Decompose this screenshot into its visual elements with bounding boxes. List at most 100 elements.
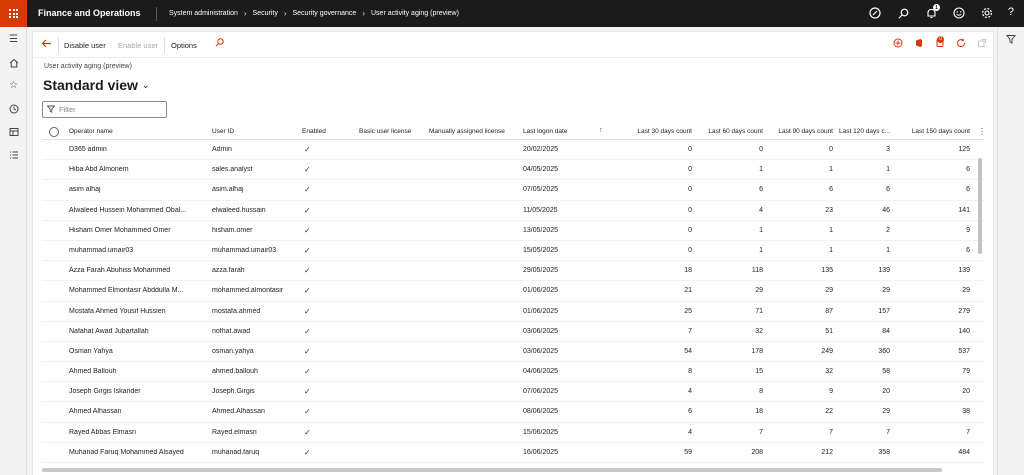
cell-last-150-days: 139 — [958, 267, 970, 275]
notifications-icon[interactable]: 1 — [924, 4, 940, 20]
office-icon[interactable] — [913, 38, 924, 50]
filter-box[interactable] — [42, 101, 167, 118]
copilot-icon[interactable] — [868, 6, 882, 20]
notification-count-badge: 1 — [933, 4, 940, 11]
search-icon[interactable] — [215, 38, 224, 49]
table-row[interactable]: asim alhaj asim.alhaj ✓ 07/05/2025 0 6 6 6 6 — [42, 180, 984, 201]
divider — [156, 7, 157, 21]
enable-user-button[interactable]: Enable user — [118, 41, 158, 50]
feedback-smiley-icon[interactable] — [952, 6, 966, 20]
cell-last-150-days: 6 — [966, 166, 970, 174]
horizontal-scrollbar[interactable] — [42, 468, 972, 473]
table-row[interactable]: Ahmed Alhassan Ahmed.Alhassan ✓ 08/06/2025 6… — [42, 402, 984, 423]
cell-last-logon-date: 01/06/2025 — [523, 287, 559, 295]
cell-last-60-days: 4 — [759, 206, 763, 214]
enabled-check-icon: ✓ — [304, 326, 311, 336]
breadcrumb-security[interactable]: Security — [253, 10, 278, 17]
table-row[interactable]: Joseph Girgis Iskander Joseph.Girgis ✓ 07/0… — [42, 382, 984, 403]
column-header-operator-name[interactable]: Operator name — [69, 128, 189, 135]
table-row[interactable]: Alwaleed Hussein Mohammed Obal... elwalee… — [42, 201, 984, 221]
cell-last-30-days: 0 — [688, 186, 692, 194]
cell-last-90-days: 22 — [825, 408, 833, 416]
more-columns-icon[interactable]: ⋮ — [978, 127, 986, 136]
vertical-scrollbar[interactable] — [978, 142, 982, 472]
table-row[interactable]: Ahmed Ballouh ahmed.ballouh ✓ 04/06/2025 8 15… — [42, 362, 984, 383]
horizontal-scroll-thumb[interactable] — [42, 468, 942, 472]
cell-last-90-days: 1 — [829, 226, 833, 234]
cell-user-id: nofhat.awad — [212, 327, 251, 335]
cell-last-120-days: 20 — [882, 388, 890, 396]
cell-last-30-days: 4 — [688, 428, 692, 436]
column-header-last-60-days[interactable]: Last 60 days count — [692, 128, 763, 135]
app-launcher-icon[interactable] — [0, 0, 27, 27]
table-row[interactable]: Hiba Abd Almonem sales.analyst ✓ 04/05/2025… — [42, 160, 984, 181]
column-header-last-logon-date[interactable]: Last logon date — [523, 128, 593, 135]
enabled-check-icon: ✓ — [304, 225, 311, 235]
table-row[interactable]: Hisham Omer Mohammed Omer hisham.omer ✓ 13/… — [42, 221, 984, 241]
cell-last-150-days: 6 — [966, 246, 970, 254]
home-icon[interactable] — [7, 56, 20, 69]
refresh-icon[interactable] — [955, 38, 966, 50]
table-row[interactable]: Mohammed Elmontasir Abddulla M... mohamme… — [42, 281, 984, 302]
modules-list-icon[interactable] — [7, 148, 20, 161]
cell-last-150-days: 484 — [958, 448, 970, 456]
cell-operator-name: Azza Farah Abuhiss Mohammed — [69, 267, 171, 275]
column-header-last-120-days[interactable]: Last 120 days c... — [833, 128, 890, 135]
cell-last-120-days: 360 — [878, 347, 890, 355]
table-row[interactable]: Azza Farah Abuhiss Mohammed azza.farah ✓ 29… — [42, 261, 984, 282]
cell-operator-name: asim alhaj — [69, 186, 101, 194]
cell-last-logon-date: 15/05/2025 — [523, 246, 559, 254]
vertical-scroll-thumb[interactable] — [978, 158, 982, 254]
favorites-star-icon[interactable]: ☆ — [7, 79, 20, 92]
select-all-radio[interactable] — [49, 127, 59, 137]
cell-last-120-days: 157 — [878, 307, 890, 315]
recent-clock-icon[interactable] — [7, 102, 20, 115]
table-row[interactable]: Rayed Abbas Elmasri Rayed.elmasri ✓ 15/06/2… — [42, 423, 984, 443]
chevron-right-icon: › — [362, 9, 365, 18]
view-selector[interactable]: Standard view ⌄ — [43, 77, 149, 93]
column-header-user-id[interactable]: User ID — [212, 128, 292, 135]
table-row[interactable]: muhammad.umair03 muhammad.umair03 ✓ 15/05/2… — [42, 241, 984, 262]
column-header-last-150-days[interactable]: Last 150 days count — [890, 128, 970, 135]
cell-last-150-days: 29 — [962, 287, 970, 295]
breadcrumb-system-administration[interactable]: System administration — [169, 10, 238, 17]
attachments-icon[interactable]: 0 — [934, 36, 945, 50]
workspaces-icon[interactable] — [7, 125, 20, 138]
column-header-enabled[interactable]: Enabled — [302, 128, 347, 135]
enabled-check-icon: ✓ — [304, 447, 311, 457]
cell-user-id: hisham.omer — [212, 226, 253, 234]
settings-gear-icon[interactable] — [980, 6, 994, 20]
cell-last-logon-date: 29/05/2025 — [523, 267, 559, 275]
column-header-basic-user-license[interactable]: Basic user license — [359, 128, 429, 135]
table-row[interactable]: Mostafa Ahmed Yousif Hussien mostafa.ahme… — [42, 302, 984, 322]
filter-input[interactable] — [59, 105, 159, 114]
options-tab[interactable]: Options — [171, 41, 197, 50]
cell-last-logon-date: 11/05/2025 — [523, 206, 558, 214]
table-row[interactable]: D365 admin Admin ✓ 20/02/2025 0 0 0 3 125 — [42, 140, 984, 161]
disable-user-button[interactable]: Disable user — [64, 41, 106, 50]
cell-user-id: sales.analyst — [212, 166, 253, 174]
table-row[interactable]: Muhanad Faruq Mohammed Alsayed muhanad.fa… — [42, 443, 984, 463]
power-apps-icon[interactable] — [892, 38, 903, 50]
cell-last-90-days: 249 — [821, 347, 833, 355]
column-header-manually-assigned-license[interactable]: Manually assigned license — [429, 128, 519, 135]
cell-last-logon-date: 04/06/2025 — [523, 368, 559, 376]
cell-user-id: Admin — [212, 146, 232, 153]
breadcrumb-security-governance[interactable]: Security governance — [293, 10, 357, 17]
cell-operator-name: Mohammed Elmontasir Abddulla M... — [69, 287, 184, 295]
app-name[interactable]: Finance and Operations — [38, 8, 141, 18]
column-header-last-30-days[interactable]: Last 30 days count — [602, 128, 692, 135]
search-icon[interactable] — [896, 6, 910, 20]
enabled-check-icon: ✓ — [304, 185, 311, 195]
column-header-last-90-days[interactable]: Last 90 days count — [763, 128, 833, 135]
back-arrow-icon[interactable] — [41, 38, 52, 52]
table-row[interactable]: Osman Yahya osman.yahya ✓ 03/06/2025 54 178 24… — [42, 342, 984, 363]
help-icon[interactable]: ? — [1008, 6, 1014, 18]
cell-last-30-days: 4 — [688, 388, 692, 396]
cell-last-90-days: 1 — [829, 246, 833, 254]
table-row[interactable]: Nafahat Awad Jubartallah nofhat.awad ✓ 03/0… — [42, 322, 984, 342]
filter-funnel-icon[interactable] — [1006, 34, 1016, 47]
cell-last-90-days: 9 — [829, 388, 833, 396]
open-in-new-window-icon[interactable] — [976, 38, 987, 50]
hamburger-menu-icon[interactable]: ☰ — [7, 33, 20, 46]
